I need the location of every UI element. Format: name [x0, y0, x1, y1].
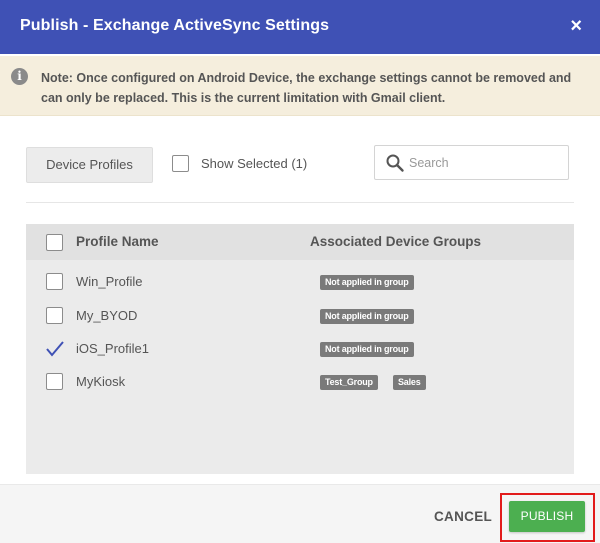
profile-name: iOS_Profile1 — [76, 341, 149, 356]
search-icon — [386, 154, 404, 172]
divider — [26, 202, 574, 203]
group-badge: Not applied in group — [320, 309, 414, 324]
search-input[interactable] — [409, 152, 559, 174]
dialog-header: Publish - Exchange ActiveSync Settings × — [0, 0, 600, 54]
column-header-profile-name: Profile Name — [76, 234, 159, 249]
group-badge: Not applied in group — [320, 342, 414, 357]
row-checkbox[interactable] — [46, 373, 63, 390]
column-header-groups: Associated Device Groups — [310, 234, 482, 249]
dialog-footer: CANCEL PUBLISH — [0, 484, 600, 543]
note-banner: i Note: Once configured on Android Devic… — [0, 56, 600, 116]
show-selected-checkbox[interactable] — [172, 155, 189, 172]
dialog-title: Publish - Exchange ActiveSync Settings — [20, 17, 330, 34]
note-text: Note: Once configured on Android Device,… — [41, 71, 572, 105]
select-all-checkbox[interactable] — [46, 234, 63, 251]
close-icon[interactable]: × — [570, 14, 582, 38]
table-header: Profile Name Associated Device Groups — [26, 224, 574, 260]
cancel-button[interactable]: CANCEL — [434, 509, 492, 524]
info-icon: i — [11, 68, 28, 85]
device-profiles-button[interactable]: Device Profiles — [26, 147, 153, 183]
show-selected-label: Show Selected (1) — [201, 156, 308, 171]
group-badge: Not applied in group — [320, 275, 414, 290]
checkmark-icon[interactable] — [45, 339, 65, 359]
profile-name: Win_Profile — [76, 274, 143, 289]
row-checkbox[interactable] — [46, 273, 63, 290]
profile-name: MyKiosk — [76, 374, 126, 389]
profile-name: My_BYOD — [76, 308, 138, 323]
group-badge: Sales — [393, 375, 426, 390]
search-box[interactable] — [374, 145, 569, 180]
publish-button[interactable]: PUBLISH — [509, 501, 585, 532]
row-checkbox[interactable] — [46, 307, 63, 324]
group-badge: Test_Group — [320, 375, 378, 390]
profiles-table: Profile Name Associated Device Groups Wi… — [26, 224, 574, 474]
